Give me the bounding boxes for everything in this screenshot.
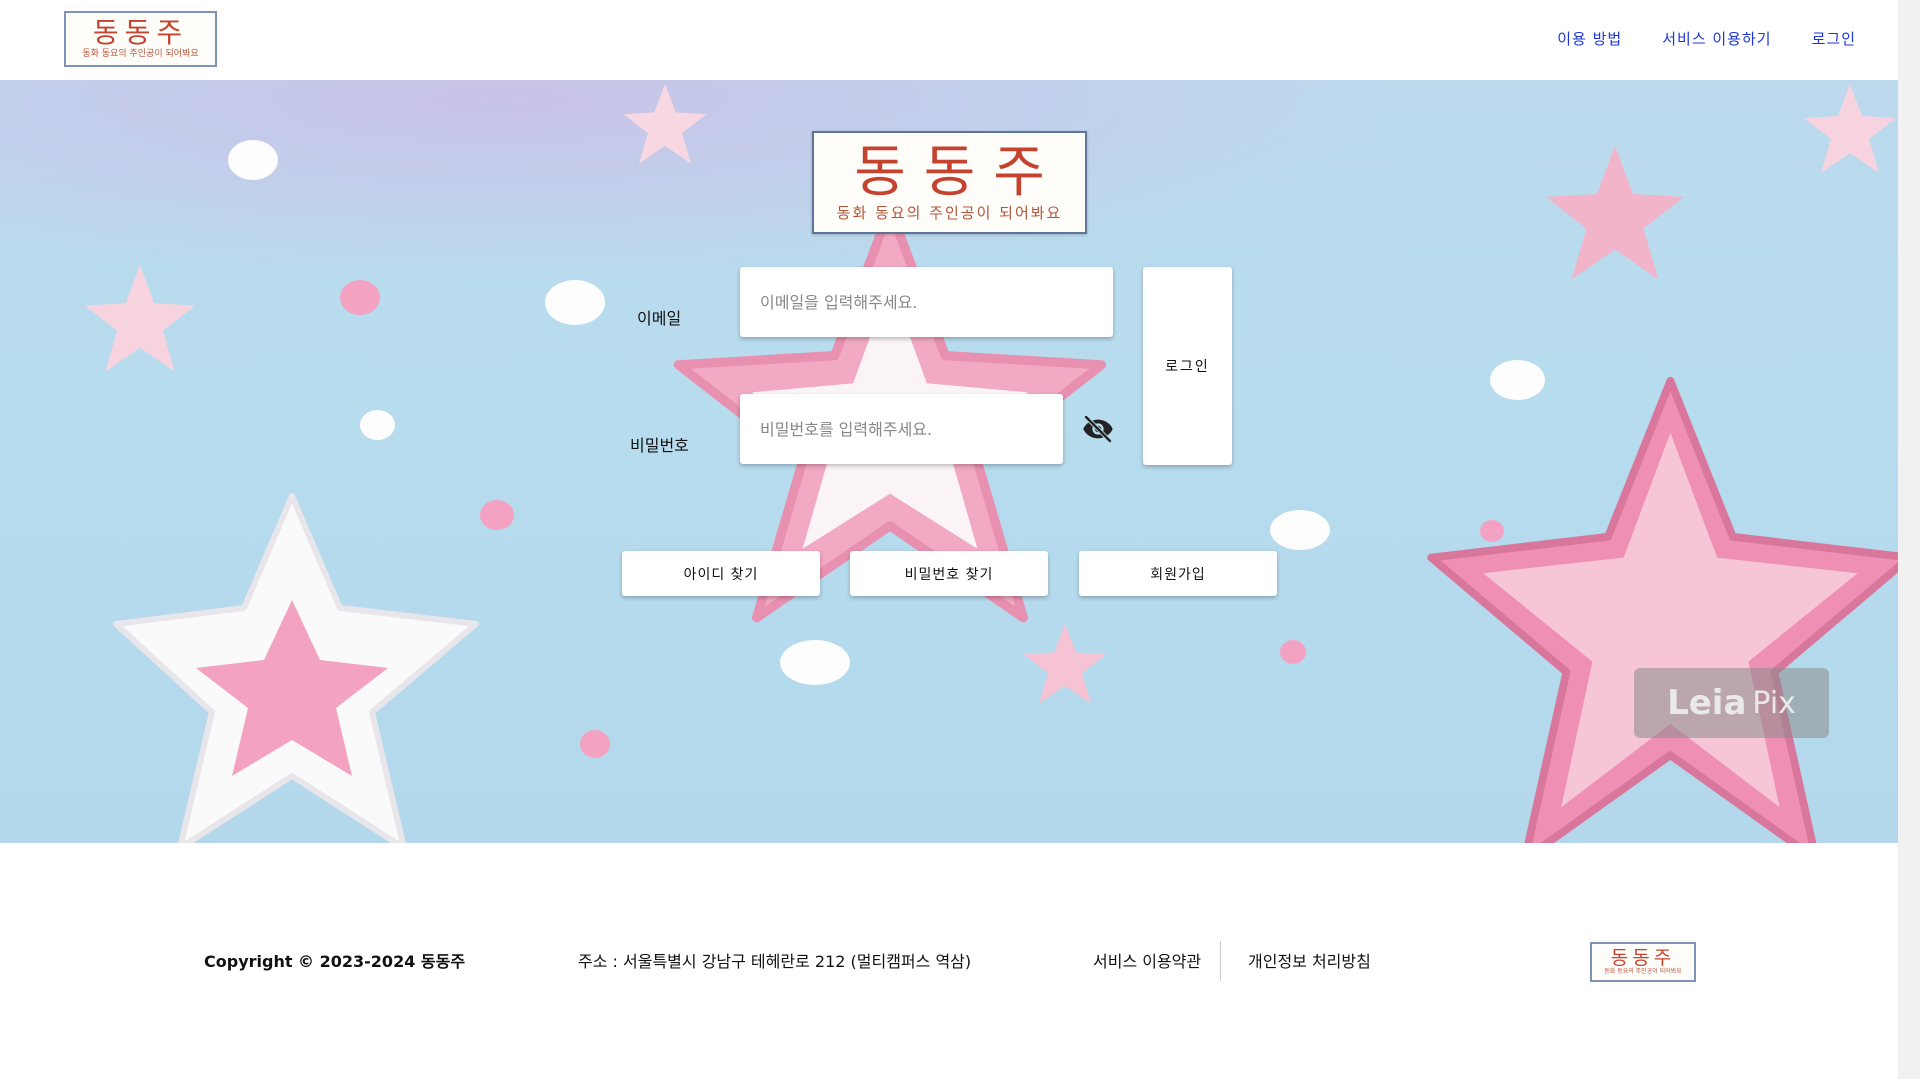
big-pink-star-right — [1427, 376, 1898, 843]
find-password-button[interactable]: 비밀번호 찾기 — [850, 551, 1048, 596]
cloud-dot — [360, 410, 395, 440]
pink-dot — [1480, 520, 1504, 542]
pink-dot — [480, 500, 514, 530]
small-star-4 — [1023, 623, 1107, 704]
privacy-link[interactable]: 개인정보 처리방침 — [1248, 948, 1371, 972]
main-logo-title: 동동주 — [854, 139, 1063, 205]
find-id-button[interactable]: 아이디 찾기 — [622, 551, 820, 596]
nav-how-to-use[interactable]: 이용 방법 — [1557, 28, 1622, 49]
cloud-dot — [228, 140, 278, 180]
logo-title: 동동주 — [92, 16, 189, 49]
copyright-text: Copyright © 2023-2024 동동주 — [204, 952, 466, 971]
small-star-2 — [1546, 146, 1684, 280]
nav-use-service[interactable]: 서비스 이용하기 — [1662, 28, 1771, 49]
page-scrollbar[interactable] — [1898, 0, 1920, 1079]
leiapix-watermark: Leia Pix — [1634, 668, 1829, 738]
eye-off-icon[interactable] — [1082, 413, 1114, 445]
small-star-1 — [84, 264, 196, 372]
terms-link[interactable]: 서비스 이용약관 — [1093, 948, 1201, 972]
footer-logo-title: 동동주 — [1610, 947, 1676, 969]
signup-button[interactable]: 회원가입 — [1079, 551, 1277, 596]
email-label: 이메일 — [637, 309, 682, 328]
small-star-3 — [623, 83, 707, 164]
small-star-5 — [1804, 84, 1896, 173]
big-white-star-left — [113, 493, 479, 843]
pink-dot — [340, 280, 380, 315]
header-logo[interactable]: 동동주 동화 동요의 주인공이 되어봐요 — [64, 11, 217, 67]
logo-subtitle: 동화 동요의 주인공이 되어봐요 — [82, 49, 199, 59]
main-logo: 동동주 동화 동요의 주인공이 되어봐요 — [812, 131, 1087, 234]
nav-login[interactable]: 로그인 — [1812, 28, 1856, 49]
footer: Copyright © 2023-2024 동동주 주소 : 서울특별시 강남구… — [0, 843, 1898, 1079]
email-input[interactable] — [740, 267, 1113, 337]
footer-logo: 동동주 동화 동요의 주인공이 되어봐요 — [1590, 942, 1696, 982]
pink-dot — [1280, 640, 1306, 664]
footer-divider — [1220, 941, 1221, 981]
pink-dot — [580, 730, 610, 758]
address-text: 주소 : 서울특별시 강남구 테헤란로 212 (멀티캠퍼스 역삼) — [578, 952, 972, 971]
login-button[interactable]: 로그인 — [1143, 267, 1232, 465]
watermark-brand: Leia — [1667, 683, 1747, 723]
cloud-dot — [1270, 510, 1330, 550]
main-logo-subtitle: 동화 동요의 주인공이 되어봐요 — [836, 203, 1063, 222]
password-input[interactable] — [740, 394, 1063, 464]
header: 동동주 동화 동요의 주인공이 되어봐요 이용 방법 서비스 이용하기 로그인 — [0, 0, 1898, 80]
cloud-dot — [1490, 360, 1545, 400]
cloud-dot — [780, 640, 850, 685]
footer-logo-subtitle: 동화 동요의 주인공이 되어봐요 — [1604, 968, 1682, 975]
watermark-suffix: Pix — [1752, 685, 1796, 721]
password-label: 비밀번호 — [630, 436, 689, 455]
top-nav: 이용 방법 서비스 이용하기 로그인 — [1557, 28, 1856, 49]
cloud-dot — [545, 280, 605, 325]
